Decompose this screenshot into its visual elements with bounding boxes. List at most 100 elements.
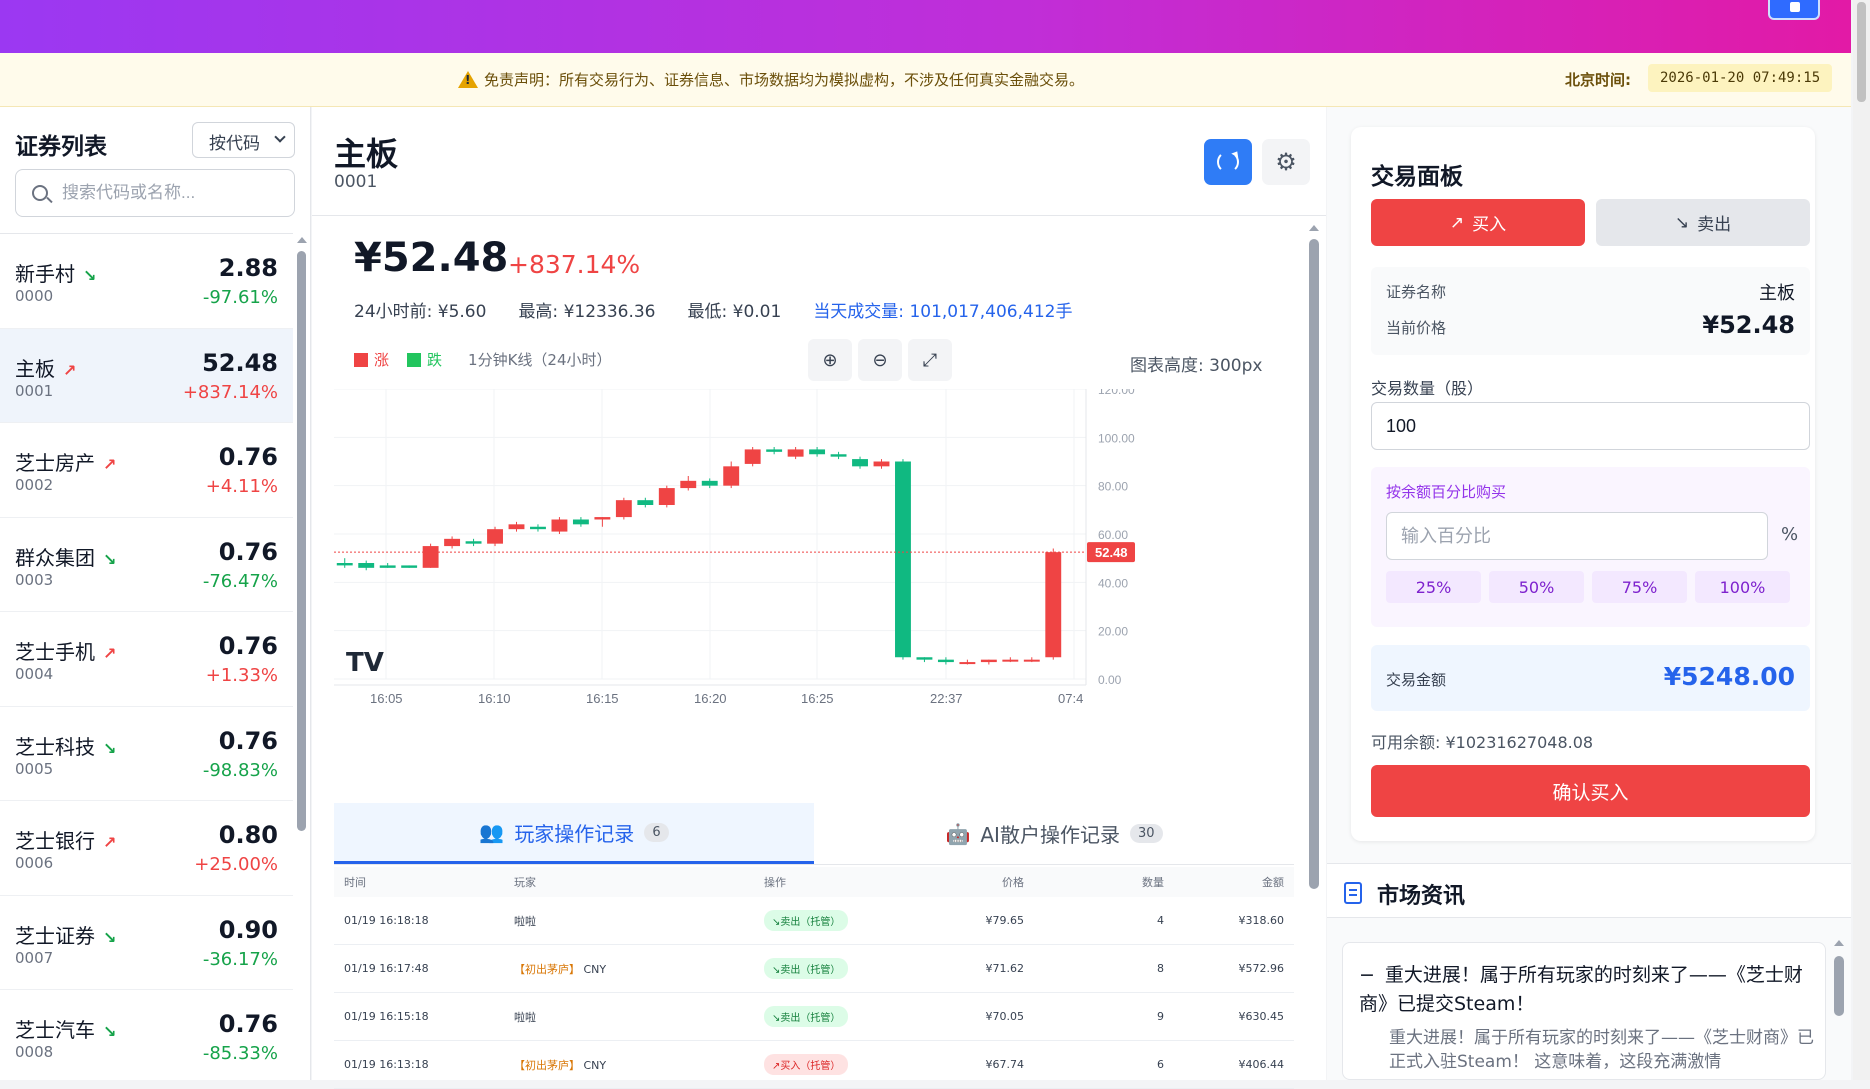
list-item[interactable]: 芝士证券 ↘ 0007 0.90 -36.17%	[0, 896, 293, 990]
refresh-button[interactable]	[1204, 139, 1252, 185]
sort-select[interactable]: 按代码	[192, 122, 295, 158]
main-panel: 主板 0001 ⚙ ¥52.48 +837.14% 24小时前: ¥5.60 最…	[312, 107, 1326, 1089]
percent-25-button[interactable]: 25%	[1386, 571, 1481, 603]
trend-down-icon: ↘	[103, 738, 117, 758]
security-list-scrollbar[interactable]	[293, 233, 311, 1080]
legend-down-swatch	[407, 352, 422, 367]
header-divider	[312, 215, 1326, 216]
percent-75-button[interactable]: 75%	[1592, 571, 1687, 603]
percent-input[interactable]	[1386, 512, 1768, 560]
news-item[interactable]: − 重大进展！属于所有玩家的时刻来了——《芝士财商》已提交Steam！ 重大进展！…	[1342, 942, 1826, 1080]
x-tick-label: 22:37	[930, 691, 963, 706]
security-name-label: 证券名称	[1386, 283, 1447, 301]
candle-down	[379, 565, 396, 568]
tab-count: 30	[1129, 824, 1163, 843]
main-panel-scrollbar[interactable]	[1306, 219, 1322, 999]
security-code: 0006	[15, 854, 54, 872]
search-input[interactable]	[62, 180, 282, 206]
trend-up-icon: ↗	[103, 833, 117, 852]
list-item[interactable]: 芝士汽车 ↘ 0008 0.76 -85.33%	[0, 990, 293, 1080]
high-price: 最高: ¥12336.36	[518, 302, 656, 322]
candle-down	[766, 449, 783, 452]
buy-tab-button[interactable]: ↗ 买入	[1371, 199, 1585, 246]
security-code: 0004	[15, 665, 54, 683]
percent-unit: %	[1781, 524, 1799, 545]
table-row: 01/19 16:17:48 【初出茅庐】 CNY ↘卖出（托管） ¥71.62 8 ¥5…	[334, 945, 1294, 993]
candle-up	[744, 449, 761, 464]
quantity-input[interactable]	[1371, 402, 1810, 450]
scroll-up-arrow[interactable]	[1309, 225, 1319, 231]
col-operation: 操作	[764, 876, 786, 889]
table-row: 01/19 16:13:18 【初出茅庐】 CNY ↗买入（托管） ¥67.74 6 ¥4…	[334, 1041, 1294, 1089]
scroll-up-arrow[interactable]	[1834, 940, 1844, 946]
zoom-in-button[interactable]: ⊕	[808, 339, 852, 381]
available-balance: 可用余额: ¥10231627048.08	[1371, 733, 1594, 752]
list-item[interactable]: 芝士房产 ↗ 0002 0.76 +4.11%	[0, 423, 293, 518]
main-panel-scrollbar-thumb[interactable]	[1309, 239, 1319, 889]
disclaimer-bar: 免责声明：所有交易行为、证券信息、市场数据均为模拟虚构，不涉及任何真实金融交易。…	[0, 53, 1851, 107]
page-scrollbar[interactable]	[1853, 0, 1870, 1080]
y-tick-label: 60.00	[1098, 528, 1128, 542]
cell-amount: ¥630.45	[1238, 1010, 1285, 1023]
trade-amount-label: 交易金额	[1386, 671, 1447, 689]
corner-menu-button[interactable]	[1768, 0, 1820, 20]
tab-ai-records[interactable]: 🤖 AI散户操作记录 30	[814, 803, 1294, 864]
list-item[interactable]: 新手村 ↘ 0000 2.88 -97.61%	[0, 234, 293, 329]
list-item[interactable]: 主板 ↗ 0001 52.48 +837.14%	[0, 328, 293, 423]
list-item[interactable]: 芝士科技 ↘ 0005 0.76 -98.83%	[0, 707, 293, 801]
fullscreen-button[interactable]: ⤢	[908, 339, 952, 381]
operation-text: 卖出（托管）	[780, 917, 841, 928]
kline-chart[interactable]: 0.00 20.00 40.00 60.00 80.00 100.00 120.00 16:0…	[334, 389, 1269, 789]
y-tick-label: 80.00	[1098, 480, 1128, 494]
search-box[interactable]	[15, 169, 295, 217]
cell-operation: ↘卖出（托管）	[754, 910, 944, 931]
player-name: 啦啦	[514, 914, 536, 928]
tab-player-records[interactable]: 👥 玩家操作记录 6	[334, 803, 814, 864]
security-name: 芝士科技 ↘	[15, 734, 117, 759]
security-list-scrollbar-thumb[interactable]	[297, 251, 306, 831]
settings-button[interactable]: ⚙	[1262, 139, 1310, 185]
candle-down	[809, 449, 826, 455]
collapse-icon[interactable]: −	[1359, 964, 1375, 986]
candle-up	[873, 461, 890, 467]
legend-down-label: 跌	[427, 351, 443, 369]
confirm-buy-button[interactable]: 确认买入	[1371, 765, 1810, 817]
page-scrollbar-thumb[interactable]	[1857, 2, 1866, 102]
cell-player: 啦啦	[504, 1009, 754, 1025]
news-scrollbar[interactable]	[1831, 932, 1847, 1080]
cell-player: 【初出茅庐】 CNY	[504, 961, 754, 977]
current-price: ¥52.48	[354, 235, 509, 281]
users-icon: 👥	[479, 820, 505, 844]
buy-label: 买入	[1472, 215, 1507, 235]
candle-up	[980, 659, 997, 663]
news-scrollbar-thumb[interactable]	[1834, 956, 1844, 1016]
candle-up	[1023, 659, 1040, 662]
security-list: 新手村 ↘ 0000 2.88 -97.61% 主板 ↗ 0001 52.48 +837.14% 芝…	[0, 233, 293, 1080]
price-change: +837.14%	[508, 250, 641, 279]
percent-50-button[interactable]: 50%	[1489, 571, 1584, 603]
current-price-label: 52.48	[1095, 545, 1128, 560]
tradingview-logo: TV	[346, 648, 384, 678]
security-change: -98.83%	[202, 759, 278, 781]
list-item[interactable]: 芝士银行 ↗ 0006 0.80 +25.00%	[0, 801, 293, 896]
col-amount: 金额	[1262, 876, 1284, 889]
security-name: 芝士证券 ↘	[15, 923, 117, 948]
zoom-out-icon: ⊖	[872, 349, 888, 371]
sell-tab-button[interactable]: ↘ 卖出	[1596, 199, 1810, 246]
list-item[interactable]: 群众集团 ↘ 0003 0.76 -76.47%	[0, 518, 293, 612]
player-name: CNY	[583, 962, 607, 976]
x-tick-label: 16:10	[478, 691, 511, 706]
market-news-header: 市场资讯	[1327, 863, 1851, 918]
percent-100-button[interactable]: 100%	[1695, 571, 1790, 603]
candle-down	[916, 657, 933, 660]
daily-volume: 当天成交量: 101,017,406,412手	[813, 302, 1073, 322]
security-price: 0.76	[218, 537, 278, 566]
zoom-out-button[interactable]: ⊖	[858, 339, 902, 381]
col-time: 时间	[344, 876, 366, 889]
list-item[interactable]: 芝士手机 ↗ 0004 0.76 +1.33%	[0, 612, 293, 707]
cell-price: ¥67.74	[985, 1058, 1025, 1071]
sidebar-title: 证券列表	[15, 134, 107, 160]
candle-up	[615, 500, 632, 518]
security-name: 芝士房产 ↗	[15, 451, 117, 475]
scroll-up-arrow[interactable]	[297, 237, 307, 243]
